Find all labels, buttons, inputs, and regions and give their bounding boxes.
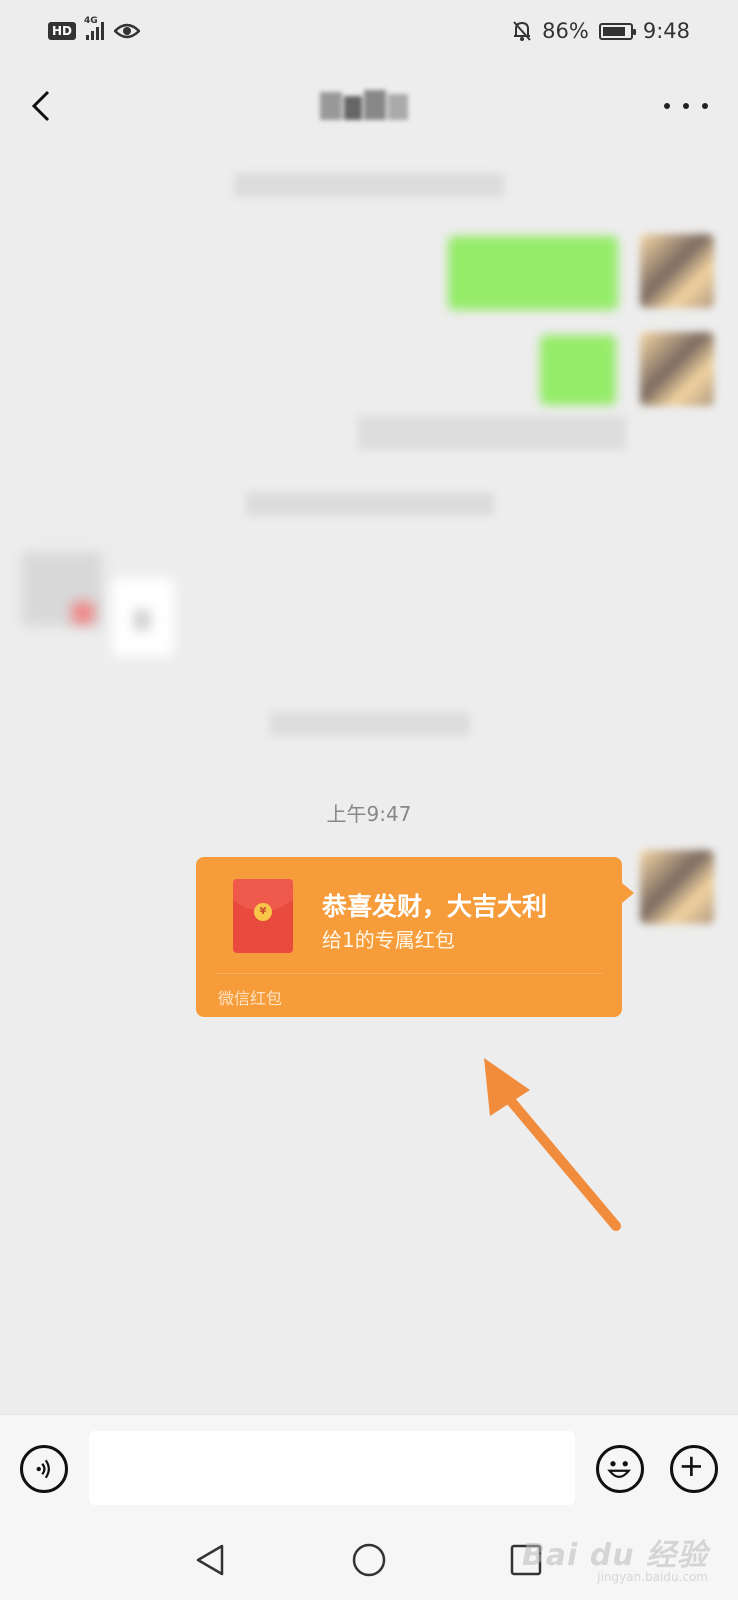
watermark-text: Bai du 经验 [521,1538,708,1573]
redacted-system-message [234,173,504,197]
signal-icon: 4G [84,16,105,40]
avatar [640,332,714,406]
chat-title-redacted [320,88,420,124]
message-timestamp: 上午9:47 [326,802,412,826]
redacted-sent-bubble [448,236,618,310]
red-packet-message[interactable]: ¥ 恭喜发财，大吉大利 给1的专属红包 微信红包 [196,857,634,1017]
avatar [640,234,714,308]
status-right: 86% 9:48 [512,19,690,43]
chevron-left-icon[interactable] [22,84,62,128]
status-bar: HD 4G 86% 9:48 [0,0,738,62]
clock: 9:48 [642,19,690,43]
redacted-mark [72,602,94,624]
annotation-arrow-icon [484,1058,621,1231]
avatar [640,850,714,924]
coin-icon: ¥ [254,903,272,921]
baidu-watermark: Bai du 经验 jingyan.baidu.com [522,1530,708,1584]
hd-badge: HD [48,22,77,40]
redacted-system-message [358,416,626,450]
red-packet-subtitle: 给1的专属红包 [322,928,455,952]
red-packet-footer: 微信红包 [218,989,283,1008]
red-packet-divider [216,973,602,974]
system-navigation-bar: Bai du 经验 jingyan.baidu.com [0,1522,738,1600]
chat-header [0,62,738,148]
red-packet-title: 恭喜发财，大吉大利 [322,892,548,921]
redacted-sent-bubble [540,335,616,405]
redacted-system-message [246,492,494,516]
bell-muted-icon [513,21,531,41]
battery-icon [598,22,636,40]
redacted-system-message [270,712,470,736]
plus-icon[interactable] [670,1445,718,1493]
redacted-mark [134,610,150,630]
battery-percent: 86% [542,19,589,43]
emoji-icon[interactable] [596,1445,644,1493]
network-label: 4G [84,16,98,26]
circle-home-icon[interactable] [351,1542,387,1578]
input-bar [0,1414,738,1523]
eye-icon [114,23,141,39]
triangle-back-icon[interactable] [192,1542,228,1578]
red-envelope-icon: ¥ [233,879,293,953]
message-input[interactable] [89,1431,575,1505]
status-left: HD 4G [48,16,141,40]
voice-icon[interactable] [20,1445,68,1493]
more-dots-icon[interactable] [664,88,708,124]
